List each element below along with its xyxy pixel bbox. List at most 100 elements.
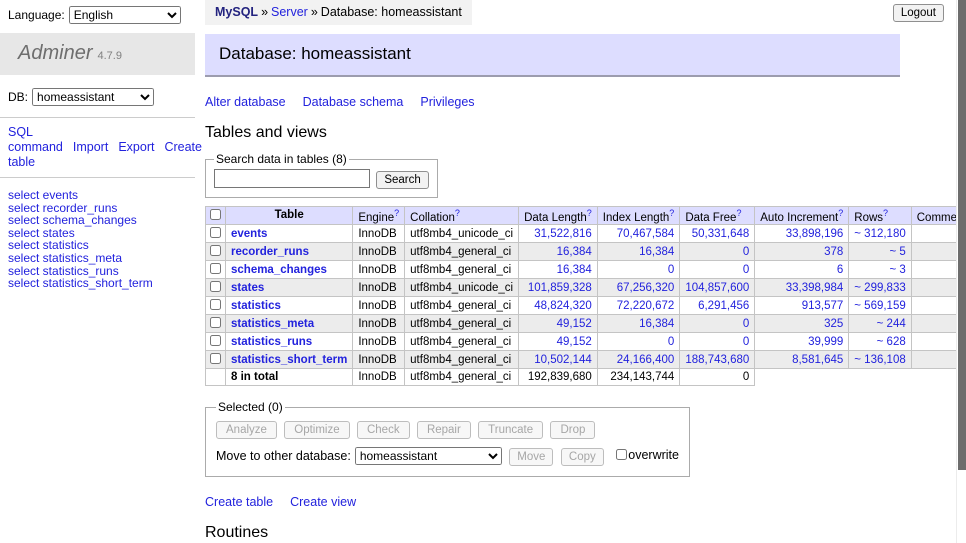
auto-increment-link[interactable]: 6 — [760, 264, 843, 276]
table-name-link[interactable]: statistics_runs — [231, 336, 312, 348]
analyze-button[interactable]: Analyze — [216, 421, 277, 439]
export-link[interactable]: Export — [118, 140, 154, 154]
table-name-link[interactable]: statistics_meta — [231, 318, 314, 330]
index-length-link[interactable]: 72,220,672 — [603, 300, 675, 312]
import-link[interactable]: Import — [73, 140, 108, 154]
overwrite-text: overwrite — [628, 448, 679, 462]
data-length-link[interactable]: 16,384 — [524, 246, 592, 258]
table-name-link[interactable]: states — [231, 282, 264, 294]
alter-database-link[interactable]: Alter database — [205, 95, 286, 109]
privileges-link[interactable]: Privileges — [420, 95, 474, 109]
data-length-link[interactable]: 49,152 — [524, 336, 592, 348]
move-db-select[interactable]: homeassistant — [355, 447, 502, 465]
rows-link[interactable]: ~ 628 — [854, 336, 905, 348]
search-button[interactable]: Search — [376, 171, 428, 189]
index-length-link[interactable]: 70,467,584 — [603, 228, 675, 240]
index-length-link[interactable]: 0 — [603, 264, 675, 276]
data-free-link[interactable]: 0 — [685, 318, 749, 330]
optimize-button[interactable]: Optimize — [284, 421, 349, 439]
search-input[interactable] — [214, 169, 370, 188]
index-length-link[interactable]: 16,384 — [603, 318, 675, 330]
select-all-checkbox[interactable] — [210, 209, 221, 220]
data-length-link[interactable]: 49,152 — [524, 318, 592, 330]
row-checkbox[interactable] — [210, 299, 221, 310]
language-label: Language: — [8, 8, 65, 22]
row-checkbox[interactable] — [210, 245, 221, 256]
row-checkbox[interactable] — [210, 263, 221, 274]
data-length-link[interactable]: 101,859,328 — [524, 282, 592, 294]
index-length-link[interactable]: 16,384 — [603, 246, 675, 258]
help-link[interactable]: ? — [587, 208, 592, 218]
create-table-link-main[interactable]: Create table — [205, 495, 273, 509]
breadcrumb-mysql-link[interactable]: MySQL — [215, 5, 258, 19]
data-length-link[interactable]: 16,384 — [524, 264, 592, 276]
copy-button[interactable]: Copy — [561, 448, 604, 466]
auto-increment-link[interactable]: 325 — [760, 318, 843, 330]
truncate-button[interactable]: Truncate — [478, 421, 543, 439]
drop-button[interactable]: Drop — [550, 421, 595, 439]
move-row: Move to other database:homeassistant Mov… — [216, 447, 679, 466]
auto-increment-link[interactable]: 913,577 — [760, 300, 843, 312]
help-link[interactable]: ? — [394, 208, 399, 218]
index-length-link[interactable]: 24,166,400 — [603, 354, 675, 366]
create-view-link[interactable]: Create view — [290, 495, 356, 509]
table-name-link[interactable]: statistics — [231, 300, 281, 312]
row-checkbox[interactable] — [210, 317, 221, 328]
data-free-link[interactable]: 50,331,648 — [685, 228, 749, 240]
table-name-link[interactable]: statistics_short_term — [231, 354, 347, 366]
col-index-length: Index Length? — [597, 206, 680, 225]
data-free-link[interactable]: 188,743,680 — [685, 354, 749, 366]
check-button[interactable]: Check — [357, 421, 410, 439]
table-row: schema_changes InnoDB utf8mb4_general_ci… — [206, 261, 966, 279]
auto-increment-link[interactable]: 39,999 — [760, 336, 843, 348]
data-free-link[interactable]: 0 — [685, 264, 749, 276]
overwrite-checkbox[interactable] — [616, 449, 627, 460]
row-checkbox[interactable] — [210, 227, 221, 238]
auto-increment-link[interactable]: 33,898,196 — [760, 228, 843, 240]
row-checkbox[interactable] — [210, 335, 221, 346]
help-link[interactable]: ? — [838, 208, 843, 218]
rows-link[interactable]: ~ 569,159 — [854, 300, 905, 312]
collation-cell: utf8mb4_general_ci — [405, 315, 519, 333]
data-length-link[interactable]: 48,824,320 — [524, 300, 592, 312]
data-free-link[interactable]: 0 — [685, 336, 749, 348]
help-link[interactable]: ? — [883, 208, 888, 218]
auto-increment-link[interactable]: 378 — [760, 246, 843, 258]
help-link[interactable]: ? — [669, 208, 674, 218]
data-free-link[interactable]: 0 — [685, 246, 749, 258]
data-length-link[interactable]: 10,502,144 — [524, 354, 592, 366]
auto-increment-link[interactable]: 8,581,645 — [760, 354, 843, 366]
data-free-link[interactable]: 104,857,600 — [685, 282, 749, 294]
index-length-link[interactable]: 67,256,320 — [603, 282, 675, 294]
page-scrollbar[interactable] — [956, 0, 966, 543]
sql-command-link[interactable]: SQL command — [8, 125, 63, 154]
language-select[interactable]: English — [69, 6, 181, 24]
row-checkbox[interactable] — [210, 281, 221, 292]
data-free-link[interactable]: 6,291,456 — [685, 300, 749, 312]
db-select[interactable]: homeassistant — [32, 88, 154, 106]
database-schema-link[interactable]: Database schema — [303, 95, 404, 109]
scrollbar-thumb[interactable] — [958, 0, 966, 470]
help-link[interactable]: ? — [736, 208, 741, 218]
auto-increment-link[interactable]: 33,398,984 — [760, 282, 843, 294]
row-checkbox[interactable] — [210, 353, 221, 364]
rows-link[interactable]: ~ 244 — [854, 318, 905, 330]
table-name-link[interactable]: events — [231, 228, 267, 240]
rows-link[interactable]: ~ 299,833 — [854, 282, 905, 294]
rows-link[interactable]: ~ 312,180 — [854, 228, 905, 240]
sidebar-select-statistics-short-term[interactable]: select statistics_short_term — [8, 276, 153, 290]
rows-link[interactable]: ~ 3 — [854, 264, 905, 276]
logout-button[interactable]: Logout — [893, 4, 944, 22]
help-link[interactable]: ? — [455, 208, 460, 218]
table-name-link[interactable]: recorder_runs — [231, 246, 309, 258]
table-name-link[interactable]: schema_changes — [231, 264, 327, 276]
index-length-link[interactable]: 0 — [603, 336, 675, 348]
breadcrumb-server-link[interactable]: Server — [271, 5, 308, 19]
data-length-link[interactable]: 31,522,816 — [524, 228, 592, 240]
repair-button[interactable]: Repair — [417, 421, 471, 439]
move-button[interactable]: Move — [509, 448, 553, 466]
rows-link[interactable]: ~ 5 — [854, 246, 905, 258]
selected-fieldset: Selected (0) Analyze Optimize Check Repa… — [205, 400, 690, 477]
table-row: events InnoDB utf8mb4_unicode_ci 31,522,… — [206, 225, 966, 243]
rows-link[interactable]: ~ 136,108 — [854, 354, 905, 366]
